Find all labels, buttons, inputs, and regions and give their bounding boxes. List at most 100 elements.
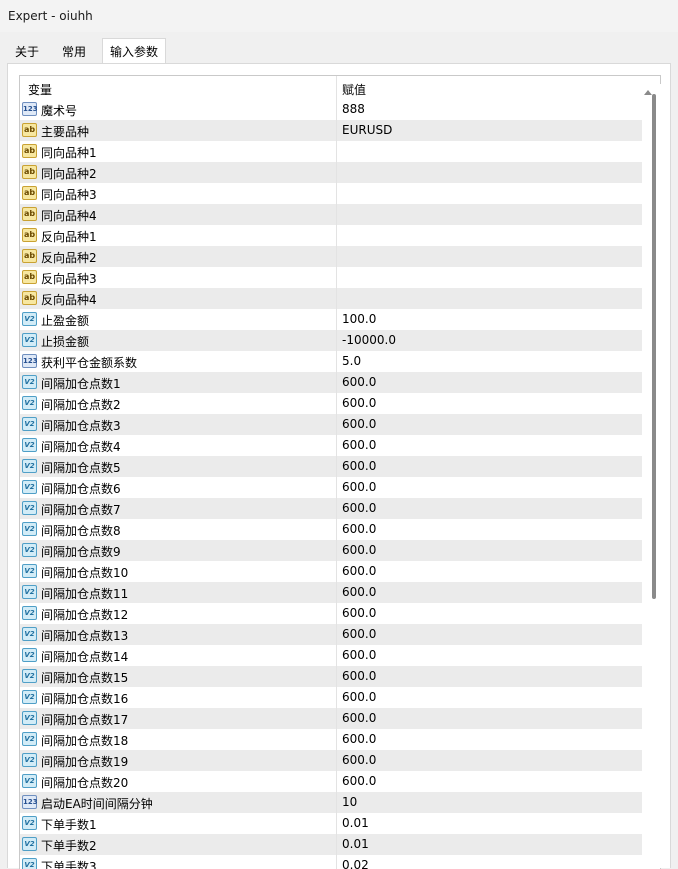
parameter-row[interactable]: V2 间隔加仓点数16 600.0 (20, 687, 656, 708)
parameter-value[interactable]: 5.0 (342, 354, 361, 368)
parameter-value[interactable]: 600.0 (342, 543, 376, 557)
double-type-icon: V2 (22, 585, 37, 599)
parameter-name: 下单手数3 (41, 860, 97, 869)
column-divider[interactable] (336, 76, 337, 99)
cell-divider (336, 813, 337, 834)
parameter-value[interactable]: 0.01 (342, 816, 369, 830)
parameter-name: 同向品种4 (41, 209, 97, 223)
parameter-row[interactable]: V2 间隔加仓点数14 600.0 (20, 645, 656, 666)
parameter-value[interactable]: 600.0 (342, 690, 376, 704)
parameter-value[interactable]: 600.0 (342, 648, 376, 662)
parameter-row[interactable]: 123 启动EA时间间隔分钟 10 (20, 792, 656, 813)
parameter-row[interactable]: V2 间隔加仓点数8 600.0 (20, 519, 656, 540)
parameter-row[interactable]: V2 间隔加仓点数3 600.0 (20, 414, 656, 435)
parameter-row[interactable]: 123 魔术号 888 (20, 99, 656, 120)
parameter-row[interactable]: V2 间隔加仓点数5 600.0 (20, 456, 656, 477)
parameter-name: 启动EA时间间隔分钟 (41, 797, 153, 811)
tab-common[interactable]: 常用 (50, 40, 98, 64)
cell-divider (336, 183, 337, 204)
parameter-row[interactable]: ab 主要品种 EURUSD (20, 120, 656, 141)
parameter-row[interactable]: V2 间隔加仓点数13 600.0 (20, 624, 656, 645)
parameter-name: 间隔加仓点数18 (41, 734, 129, 748)
parameter-row[interactable]: V2 间隔加仓点数9 600.0 (20, 540, 656, 561)
double-type-icon: V2 (22, 690, 37, 704)
parameter-row[interactable]: V2 间隔加仓点数20 600.0 (20, 771, 656, 792)
parameter-value[interactable]: 600.0 (342, 669, 376, 683)
tab-about[interactable]: 关于 (7, 40, 47, 64)
parameter-rows: 123 魔术号 888 ab 主要品种 EURUSD ab 同向品种1 ab 同向品种2 ab 同向品… (20, 99, 656, 869)
parameter-row[interactable]: V2 间隔加仓点数15 600.0 (20, 666, 656, 687)
vertical-scrollbar[interactable] (642, 84, 664, 868)
parameter-value[interactable]: 600.0 (342, 480, 376, 494)
parameter-value[interactable]: 600.0 (342, 711, 376, 725)
parameter-row[interactable]: 123 获利平仓金额系数 5.0 (20, 351, 656, 372)
string-type-icon: ab (22, 123, 37, 137)
parameter-row[interactable]: V2 间隔加仓点数2 600.0 (20, 393, 656, 414)
parameter-name: 间隔加仓点数9 (41, 545, 121, 559)
parameter-value[interactable]: 600.0 (342, 501, 376, 515)
grid-header: 变量 赋值 (20, 76, 660, 100)
cell-divider (336, 225, 337, 246)
parameter-value[interactable]: 600.0 (342, 585, 376, 599)
integer-type-icon: 123 (22, 354, 38, 368)
parameter-row[interactable]: V2 间隔加仓点数10 600.0 (20, 561, 656, 582)
parameter-value[interactable]: 600.0 (342, 732, 376, 746)
parameter-name: 同向品种2 (41, 167, 97, 181)
parameter-value[interactable]: 600.0 (342, 753, 376, 767)
parameter-row[interactable]: ab 同向品种1 (20, 141, 656, 162)
parameter-row[interactable]: V2 间隔加仓点数6 600.0 (20, 477, 656, 498)
parameter-row[interactable]: V2 下单手数1 0.01 (20, 813, 656, 834)
parameter-name: 下单手数2 (41, 839, 97, 853)
parameter-value[interactable]: 10 (342, 795, 357, 809)
parameter-value[interactable]: EURUSD (342, 123, 392, 137)
parameter-row[interactable]: V2 间隔加仓点数18 600.0 (20, 729, 656, 750)
parameter-row[interactable]: V2 止盈金额 100.0 (20, 309, 656, 330)
parameter-name: 反向品种1 (41, 230, 97, 244)
parameter-row[interactable]: V2 下单手数3 0.02 (20, 855, 656, 869)
cell-divider (336, 750, 337, 771)
parameter-row[interactable]: ab 同向品种3 (20, 183, 656, 204)
parameter-row[interactable]: V2 间隔加仓点数17 600.0 (20, 708, 656, 729)
parameter-value[interactable]: 600.0 (342, 606, 376, 620)
cell-divider (336, 729, 337, 750)
parameter-value[interactable]: 0.01 (342, 837, 369, 851)
parameter-row[interactable]: V2 间隔加仓点数11 600.0 (20, 582, 656, 603)
parameter-row[interactable]: ab 同向品种2 (20, 162, 656, 183)
parameter-row[interactable]: ab 反向品种3 (20, 267, 656, 288)
parameter-row[interactable]: ab 反向品种4 (20, 288, 656, 309)
parameter-value[interactable]: 0.02 (342, 858, 369, 869)
parameter-row[interactable]: ab 同向品种4 (20, 204, 656, 225)
parameter-value[interactable]: -10000.0 (342, 333, 396, 347)
parameter-row[interactable]: V2 下单手数2 0.01 (20, 834, 656, 855)
cell-divider (336, 414, 337, 435)
parameter-value[interactable]: 600.0 (342, 375, 376, 389)
column-header-variable[interactable]: 变量 (28, 81, 52, 98)
scroll-up-arrow-icon[interactable] (644, 90, 652, 95)
parameter-row[interactable]: V2 间隔加仓点数1 600.0 (20, 372, 656, 393)
parameter-value[interactable]: 600.0 (342, 417, 376, 431)
parameter-row[interactable]: V2 间隔加仓点数4 600.0 (20, 435, 656, 456)
double-type-icon: V2 (22, 753, 37, 767)
parameter-row[interactable]: V2 间隔加仓点数7 600.0 (20, 498, 656, 519)
tab-input-parameters[interactable]: 输入参数 (102, 38, 166, 65)
tab-common-label: 常用 (61, 45, 86, 59)
parameter-value[interactable]: 600.0 (342, 564, 376, 578)
parameter-value[interactable]: 100.0 (342, 312, 376, 326)
parameter-value[interactable]: 600.0 (342, 627, 376, 641)
column-header-value[interactable]: 赋值 (342, 81, 366, 98)
parameter-row[interactable]: V2 间隔加仓点数19 600.0 (20, 750, 656, 771)
double-type-icon: V2 (22, 837, 37, 851)
scrollbar-thumb[interactable] (652, 94, 656, 599)
parameter-row[interactable]: V2 间隔加仓点数12 600.0 (20, 603, 656, 624)
parameter-row[interactable]: ab 反向品种1 (20, 225, 656, 246)
parameter-value[interactable]: 600.0 (342, 396, 376, 410)
parameter-row[interactable]: V2 止损金额 -10000.0 (20, 330, 656, 351)
parameter-value[interactable]: 600.0 (342, 459, 376, 473)
double-type-icon: V2 (22, 648, 37, 662)
parameter-name: 同向品种3 (41, 188, 97, 202)
parameter-value[interactable]: 888 (342, 102, 365, 116)
parameter-value[interactable]: 600.0 (342, 522, 376, 536)
parameter-value[interactable]: 600.0 (342, 774, 376, 788)
parameter-value[interactable]: 600.0 (342, 438, 376, 452)
parameter-row[interactable]: ab 反向品种2 (20, 246, 656, 267)
